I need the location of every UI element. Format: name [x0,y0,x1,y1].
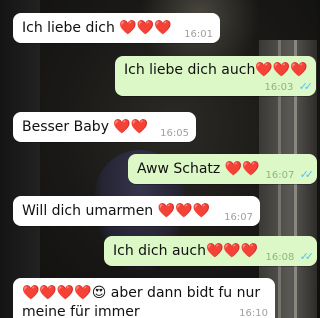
message-text: Besser Baby ❤️❤️ [22,119,149,135]
message-text: Ich dich auch❤️❤️❤️ [113,243,259,259]
message-text: ❤️❤️❤️❤️😍 aber dann bidt fu nur meine fü… [22,285,261,318]
message-meta: 16:08 ✓✓ [265,250,315,264]
message-meta: 16:05 [160,128,189,140]
message-time: 16:07 [224,212,253,223]
message-bubble-incoming[interactable]: ❤️❤️❤️❤️😍 aber dann bidt fu nur meine fü… [13,278,275,318]
message-meta: 16:07 [224,212,253,224]
message-time: 16:07 [265,170,295,181]
message-bubble-incoming[interactable]: Besser Baby ❤️❤️ 16:05 [13,112,196,142]
message-bubble-outgoing[interactable]: Aww Schatz ❤️❤️ 16:07 ✓✓ [128,154,317,184]
message-bubble-incoming[interactable]: Will dich umarmen ❤️❤️❤️ 16:07 [13,196,260,226]
read-receipt-icon: ✓✓ [299,168,315,181]
message-text: Ich liebe dich ❤️❤️❤️ [22,20,172,36]
message-meta: 16:01 [184,29,213,41]
message-text: Will dich umarmen ❤️❤️❤️ [22,203,210,219]
message-meta: 16:10 [239,308,268,318]
message-bubble-incoming[interactable]: Ich liebe dich ❤️❤️❤️ 16:01 [13,13,220,43]
message-time: 16:01 [184,29,213,40]
message-text: Ich liebe dich auch❤️❤️❤️ [124,62,308,78]
message-bubble-outgoing[interactable]: Ich liebe dich auch❤️❤️❤️ 16:03 ✓✓ [115,56,316,96]
chat-message-list[interactable]: Ich liebe dich ❤️❤️❤️ 16:01 Ich liebe di… [0,0,317,318]
read-receipt-icon: ✓✓ [299,250,315,263]
message-meta: 16:07 ✓✓ [265,168,315,182]
read-receipt-icon: ✓✓ [298,80,314,93]
message-time: 16:05 [160,128,189,139]
message-text: Aww Schatz ❤️❤️ [137,161,260,177]
message-meta: 16:03 ✓✓ [264,80,314,94]
message-time: 16:10 [239,308,268,318]
message-time: 16:03 [264,82,294,93]
message-time: 16:08 [265,252,295,263]
message-bubble-outgoing[interactable]: Ich dich auch❤️❤️❤️ 16:08 ✓✓ [104,236,317,266]
